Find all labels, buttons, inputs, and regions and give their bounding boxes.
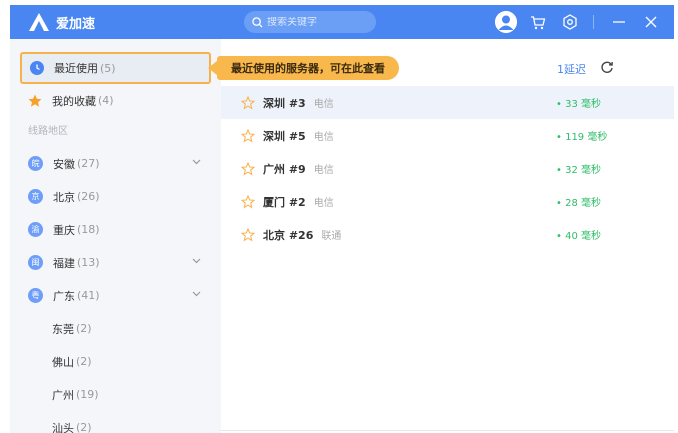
sidebar-item-label: 安徽 <box>53 157 75 171</box>
star-outline-icon[interactable] <box>241 128 255 143</box>
cart-button[interactable] <box>525 5 551 39</box>
server-latency: • 32 毫秒 <box>556 165 601 176</box>
sidebar-subitem-label: 佛山 <box>52 355 74 369</box>
avatar-icon <box>495 11 517 33</box>
star-outline-icon[interactable] <box>241 227 255 242</box>
sidebar-item-count: (18) <box>77 223 100 236</box>
star-outline-icon[interactable] <box>241 161 255 176</box>
server-name: 北京 #26 <box>263 228 314 242</box>
sidebar-item-count: (13) <box>77 256 100 269</box>
sidebar-subitem-count: (2) <box>76 322 92 335</box>
search-input[interactable] <box>267 16 367 28</box>
sidebar-subitem[interactable]: 汕头 (2) <box>10 411 221 433</box>
recent-tooltip: 最近使用的服务器，可在此查看 <box>208 56 399 80</box>
server-latency: • 28 毫秒 <box>556 198 601 209</box>
cart-icon <box>531 15 546 29</box>
refresh-icon[interactable] <box>600 60 614 74</box>
sidebar-item-count: (5) <box>100 61 116 75</box>
title-bar: 爱加速 <box>10 5 674 39</box>
close-icon <box>645 16 657 28</box>
server-name: 深圳 #3 <box>263 96 306 110</box>
panel-divider <box>221 430 674 431</box>
sidebar-item-count: (41) <box>77 289 100 302</box>
sidebar-item-count: (27) <box>77 157 100 170</box>
sidebar: 最近使用 (5) 我的收藏 (4) 线路地区 皖 安徽 (27) 京 北京 (2… <box>10 39 221 433</box>
search-box[interactable] <box>244 11 376 33</box>
sidebar-subitem[interactable]: 广州 (19) <box>10 378 221 411</box>
star-filled-icon <box>28 94 42 108</box>
sidebar-item-label: 重庆 <box>53 223 75 237</box>
server-latency: • 119 毫秒 <box>556 132 608 143</box>
server-row[interactable]: 深圳 #5 电信 • 119 毫秒 <box>221 119 674 152</box>
minimize-button[interactable] <box>606 5 632 39</box>
gear-icon <box>563 14 577 30</box>
sidebar-subitem-count: (2) <box>76 355 92 368</box>
region-section-heading: 线路地区 <box>28 126 68 137</box>
app-logo: 爱加速 <box>28 12 95 32</box>
region-badge: 京 <box>28 189 43 204</box>
server-isp: 联通 <box>321 231 342 242</box>
chevron-down-icon[interactable] <box>192 291 201 297</box>
chevron-down-icon[interactable] <box>192 258 201 264</box>
region-badge: 渝 <box>28 222 43 237</box>
chevron-down-icon[interactable] <box>192 159 201 165</box>
close-button[interactable] <box>638 5 664 39</box>
server-isp: 电信 <box>313 99 334 110</box>
sidebar-item-region[interactable]: 京 北京 (26) <box>10 180 221 213</box>
server-panel: 最近使用的服务器，可在此查看 1延迟 深圳 #3 电信 • 33 毫秒 深圳 #… <box>208 39 674 433</box>
sidebar-subitem-label: 汕头 <box>52 421 74 433</box>
server-isp: 电信 <box>313 198 334 209</box>
user-avatar-button[interactable] <box>493 5 519 39</box>
region-badge: 闽 <box>28 255 43 270</box>
sidebar-subitem-count: (19) <box>76 388 99 401</box>
server-row[interactable]: 广州 #9 电信 • 32 毫秒 <box>221 152 674 185</box>
server-isp: 电信 <box>313 165 334 176</box>
sidebar-item-favorites[interactable]: 我的收藏 (4) <box>10 84 221 117</box>
server-row[interactable]: 深圳 #3 电信 • 33 毫秒 <box>221 86 674 119</box>
clock-icon <box>30 61 44 75</box>
logo-icon <box>29 13 49 31</box>
sidebar-item-region[interactable]: 皖 安徽 (27) <box>10 147 221 180</box>
server-row[interactable]: 北京 #26 联通 • 40 毫秒 <box>221 218 674 251</box>
sidebar-item-region[interactable]: 渝 重庆 (18) <box>10 213 221 246</box>
sidebar-subitem[interactable]: 东莞 (2) <box>10 312 221 345</box>
sidebar-item-label: 福建 <box>53 256 75 270</box>
settings-button[interactable] <box>557 5 583 39</box>
sidebar-subitem-count: (2) <box>76 421 92 433</box>
sidebar-subitem-label: 广州 <box>52 388 74 402</box>
titlebar-divider <box>593 15 594 29</box>
server-row[interactable]: 厦门 #2 电信 • 28 毫秒 <box>221 185 674 218</box>
star-outline-icon[interactable] <box>241 95 255 110</box>
search-icon <box>252 16 263 28</box>
server-latency: • 40 毫秒 <box>556 231 601 242</box>
app-title: 爱加速 <box>56 16 96 32</box>
server-name: 深圳 #5 <box>263 129 306 143</box>
sidebar-subitem-label: 东莞 <box>52 322 74 336</box>
sidebar-item-region[interactable]: 闽 福建 (13) <box>10 246 221 279</box>
region-badge: 皖 <box>28 156 43 171</box>
sidebar-subitem[interactable]: 佛山 (2) <box>10 345 221 378</box>
sidebar-item-count: (26) <box>77 190 100 203</box>
sidebar-item-region[interactable]: 粤 广东 (41) <box>10 279 221 312</box>
minimize-icon <box>613 21 625 23</box>
region-badge: 粤 <box>28 288 43 303</box>
sidebar-item-label: 北京 <box>53 190 75 204</box>
sidebar-item-label: 我的收藏 <box>52 94 96 108</box>
server-latency: • 33 毫秒 <box>556 99 601 110</box>
server-list: 深圳 #3 电信 • 33 毫秒 深圳 #5 电信 • 119 毫秒 广州 #9… <box>221 86 674 251</box>
server-name: 广州 #9 <box>263 162 306 176</box>
star-outline-icon[interactable] <box>241 194 255 209</box>
server-name: 厦门 #2 <box>263 195 306 209</box>
sidebar-item-label: 最近使用 <box>54 62 98 75</box>
sidebar-item-label: 广东 <box>53 289 75 303</box>
sidebar-item-recent[interactable]: 最近使用 (5) <box>20 52 211 84</box>
server-isp: 电信 <box>313 132 334 143</box>
sort-by-latency-link[interactable]: 1延迟 <box>557 61 586 77</box>
sidebar-item-count: (4) <box>98 94 114 107</box>
